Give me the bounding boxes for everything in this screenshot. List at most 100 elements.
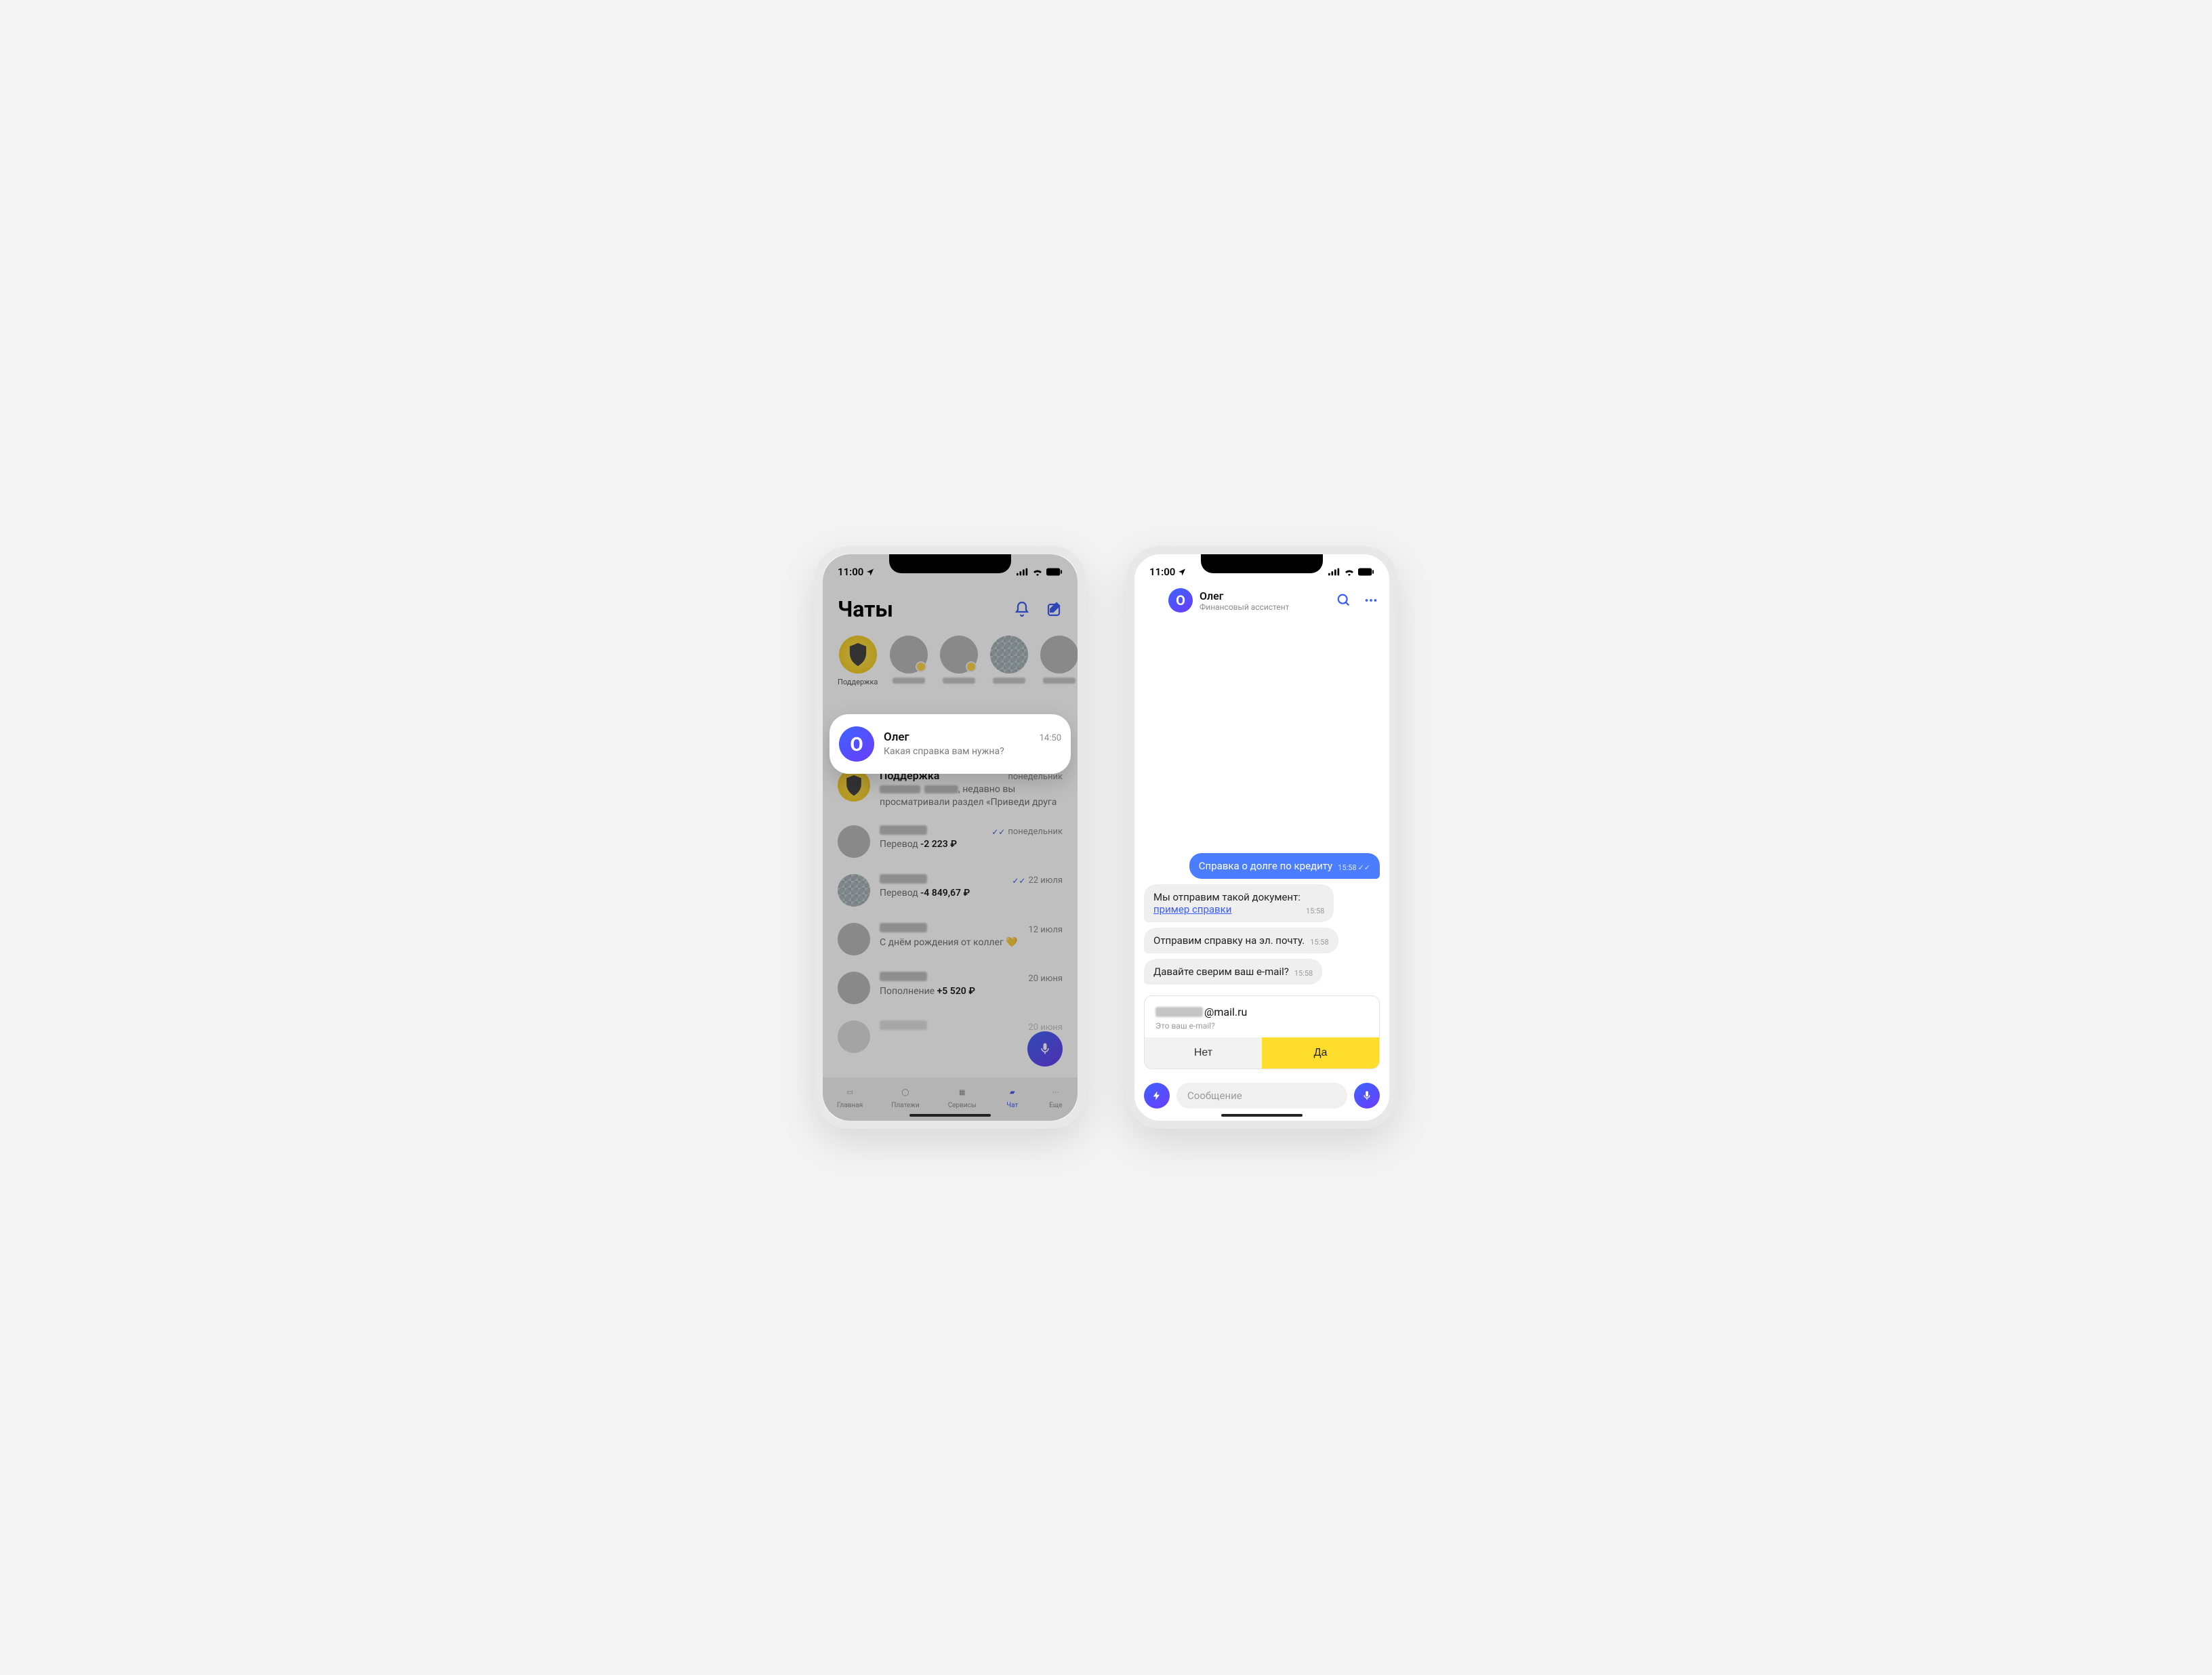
no-button[interactable]: Нет xyxy=(1145,1037,1262,1069)
chat-row-birthday[interactable]: 12 июля С днём рождения от коллег 💛 xyxy=(823,915,1078,964)
wifi-icon xyxy=(1032,568,1043,576)
avatar xyxy=(838,923,870,955)
avatar xyxy=(838,972,870,1004)
chat-row-transfer[interactable]: ✓✓22 июля Перевод -4 849,67 ₽ xyxy=(823,866,1078,915)
chats-header: Чаты xyxy=(823,581,1078,629)
message-in[interactable]: Мы отправим такой документ: пример справ… xyxy=(1144,884,1334,922)
yes-button[interactable]: Да xyxy=(1262,1037,1379,1069)
back-button[interactable] xyxy=(1145,591,1162,610)
grid-icon: ▦ xyxy=(955,1085,970,1100)
tab-payments[interactable]: ◯Платежи xyxy=(891,1085,919,1109)
stories-row: Поддержка xyxy=(823,629,1078,696)
bell-icon[interactable] xyxy=(1014,601,1030,617)
compose-icon[interactable] xyxy=(1046,601,1063,617)
quick-action-button[interactable] xyxy=(1144,1083,1170,1109)
chat-name-redacted xyxy=(880,972,927,981)
chat-header-name: Олег xyxy=(1200,590,1330,602)
location-icon xyxy=(1178,568,1186,576)
chat-preview: Перевод -4 849,67 ₽ xyxy=(880,887,1063,900)
chat-row-oleg-highlight[interactable]: O Олег 14:50 Какая справка вам нужна? xyxy=(830,714,1071,774)
location-icon xyxy=(866,568,874,576)
signal-icon xyxy=(1017,568,1029,576)
message-in[interactable]: Давайте сверим ваш e-mail? 15:58 xyxy=(1144,959,1322,985)
email-value: @mail.ru xyxy=(1155,1006,1368,1018)
chat-name-redacted xyxy=(880,1020,927,1030)
message-input[interactable]: Сообщение xyxy=(1176,1083,1347,1109)
wifi-icon xyxy=(1344,568,1355,576)
story-item[interactable] xyxy=(890,636,928,686)
battery-icon xyxy=(1046,568,1063,576)
avatar xyxy=(838,874,870,907)
status-time: 11:00 xyxy=(1149,566,1175,578)
chat-preview: Пополнение +5 520 ₽ xyxy=(880,985,1063,998)
chat-name-redacted xyxy=(880,923,927,932)
messages: Справка о долге по кредиту 15:58✓✓ Мы от… xyxy=(1134,618,1389,991)
story-item[interactable] xyxy=(990,636,1028,686)
chat-time: ✓✓понедельник xyxy=(991,827,1063,837)
message-text: Справка о долге по кредиту xyxy=(1199,860,1332,872)
tab-home[interactable]: ▭Главная xyxy=(837,1085,863,1109)
chat-time: 20 июня xyxy=(1028,974,1063,984)
message-time: 15:58 xyxy=(1310,938,1328,947)
home-indicator xyxy=(1221,1114,1303,1117)
mic-icon xyxy=(1361,1090,1372,1101)
chat-row-transfer[interactable]: ✓✓понедельник Перевод -2 223 ₽ xyxy=(823,817,1078,866)
message-text: Отправим справку на эл. почту. xyxy=(1153,934,1305,947)
chat-time: ✓✓22 июля xyxy=(1012,875,1063,886)
tab-chat[interactable]: ▰Чат xyxy=(1005,1085,1020,1109)
chat-header: O Олег Финансовый ассистент xyxy=(1134,581,1389,618)
story-item[interactable] xyxy=(940,636,978,686)
voice-fab[interactable] xyxy=(1027,1031,1063,1067)
chat-preview: Перевод -2 223 ₽ xyxy=(880,838,1063,851)
mic-icon xyxy=(1038,1042,1052,1056)
message-time: 15:58 xyxy=(1306,907,1324,915)
avatar xyxy=(838,825,870,858)
home-indicator xyxy=(909,1114,991,1117)
read-checks-icon: ✓✓ xyxy=(991,827,1005,837)
more-icon: ⋯ xyxy=(1048,1085,1063,1100)
tab-services[interactable]: ▦Сервисы xyxy=(948,1085,977,1109)
chat-header-subtitle: Финансовый ассистент xyxy=(1200,602,1330,612)
oleg-avatar: O xyxy=(839,726,874,762)
shield-icon xyxy=(848,643,868,666)
message-text: Давайте сверим ваш e-mail? xyxy=(1153,966,1289,978)
chat-preview: С днём рождения от коллег 💛 xyxy=(880,936,1063,949)
circle-icon: ◯ xyxy=(898,1085,913,1100)
phone-right: 11:00 O Олег Финансовый ассистент xyxy=(1126,546,1397,1129)
story-support[interactable]: Поддержка xyxy=(838,636,878,686)
card-icon: ▭ xyxy=(842,1085,857,1100)
chat-name-redacted xyxy=(880,825,927,835)
tab-more[interactable]: ⋯Еще xyxy=(1048,1085,1063,1109)
notch xyxy=(889,554,1011,573)
more-icon[interactable] xyxy=(1364,593,1378,608)
battery-icon xyxy=(1358,568,1374,576)
voice-input-button[interactable] xyxy=(1354,1083,1380,1109)
story-item[interactable] xyxy=(1040,636,1078,686)
status-time: 11:00 xyxy=(838,566,863,578)
signal-icon xyxy=(1328,568,1340,576)
lightning-icon xyxy=(1151,1090,1162,1101)
message-text: Мы отправим такой документ: пример справ… xyxy=(1153,891,1300,915)
phone-left: 11:00 Чаты xyxy=(815,546,1086,1129)
avatar xyxy=(838,769,870,802)
message-out[interactable]: Справка о долге по кредиту 15:58✓✓ xyxy=(1189,853,1380,879)
chat-time: 12 июля xyxy=(1028,925,1063,935)
shield-icon xyxy=(845,775,863,795)
chat-name-redacted xyxy=(880,874,927,884)
chat-icon: ▰ xyxy=(1005,1085,1020,1100)
chat-row-topup[interactable]: 20 июня Пополнение +5 520 ₽ xyxy=(823,964,1078,1012)
email-redacted xyxy=(1155,1007,1203,1017)
avatar xyxy=(838,1020,870,1053)
notch xyxy=(1201,554,1323,573)
message-time: 15:58 xyxy=(1294,969,1313,978)
story-label: Поддержка xyxy=(838,678,878,686)
document-link[interactable]: пример справки xyxy=(1153,903,1231,915)
chat-preview: Какая справка вам нужна? xyxy=(884,745,1061,758)
message-in[interactable]: Отправим справку на эл. почту. 15:58 xyxy=(1144,928,1338,953)
page-title: Чаты xyxy=(838,596,893,622)
chat-name: Олег xyxy=(884,730,909,744)
chat-time: 14:50 xyxy=(1040,733,1061,743)
search-icon[interactable] xyxy=(1336,593,1351,608)
chevron-left-icon xyxy=(1149,591,1158,606)
email+confirm-card: @mail.ru Это ваш e-mail? Нет Да xyxy=(1144,995,1380,1069)
